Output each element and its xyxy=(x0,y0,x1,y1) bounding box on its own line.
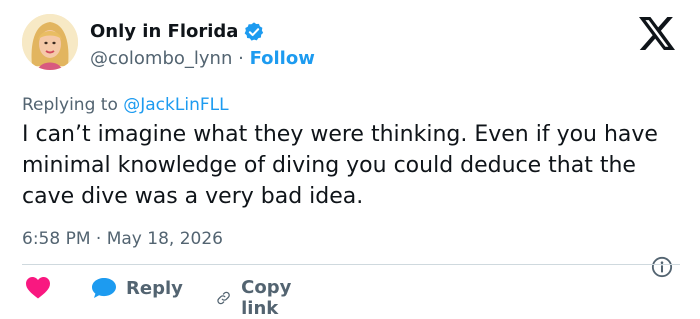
tweet-date[interactable]: May 18, 2026 xyxy=(107,229,223,249)
follow-button[interactable]: Follow xyxy=(250,48,315,69)
replying-to-label: Replying to xyxy=(22,95,118,115)
tweet-text: I can’t imagine what they were thinking.… xyxy=(22,122,658,209)
divider xyxy=(22,264,680,265)
tweet-timestamp[interactable]: 6:58 PM · May 18, 2026 xyxy=(22,227,223,251)
heart-icon xyxy=(26,277,50,299)
link-icon xyxy=(217,291,230,305)
tweet-time[interactable]: 6:58 PM xyxy=(22,229,91,249)
replying-to: Replying to @JackLinFLL xyxy=(22,93,229,117)
reply-mention-link[interactable]: @JackLinFLL xyxy=(123,95,228,115)
verified-badge-icon xyxy=(245,22,264,41)
reply-button[interactable]: Reply xyxy=(92,277,183,299)
timestamp-separator: · xyxy=(95,229,102,249)
reply-bubble-icon xyxy=(92,278,116,298)
info-icon[interactable] xyxy=(651,256,673,278)
copy-link-label[interactable]: Copy link xyxy=(241,277,300,319)
display-name-text[interactable]: Only in Florida xyxy=(90,20,238,44)
like-button[interactable] xyxy=(26,277,50,299)
author-handle[interactable]: @colombo_lynn xyxy=(90,48,232,69)
author-display-name[interactable]: Only in Florida xyxy=(90,20,265,44)
copy-link-button[interactable]: Copy link xyxy=(216,277,300,319)
handle-separator: · xyxy=(238,48,244,69)
x-logo-icon[interactable] xyxy=(639,17,675,50)
avatar[interactable] xyxy=(22,14,78,70)
author-handle-row: @colombo_lynn · Follow xyxy=(90,47,315,71)
reply-label[interactable]: Reply xyxy=(126,278,183,299)
